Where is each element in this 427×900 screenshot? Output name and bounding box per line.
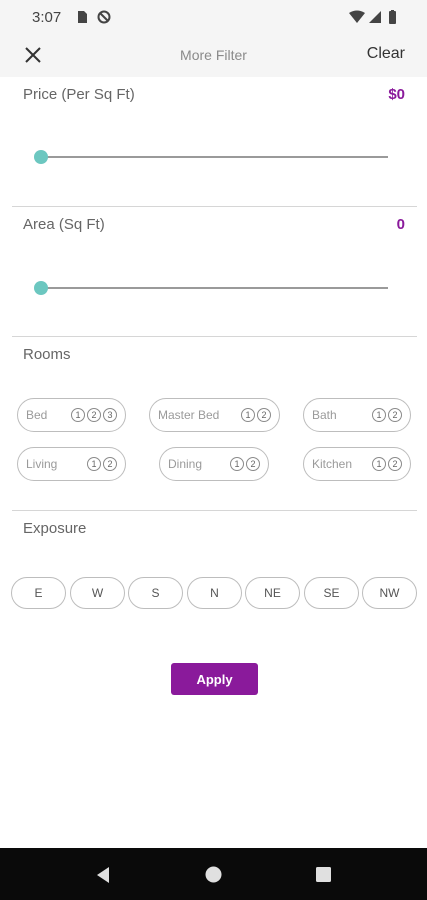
status-bar: 3:07: [0, 0, 427, 33]
battery-icon: [389, 10, 396, 24]
page-title: More Filter: [180, 47, 247, 63]
do-not-disturb-icon: [97, 10, 111, 24]
recents-icon[interactable]: [316, 867, 331, 882]
room-option[interactable]: 1: [372, 408, 386, 422]
room-name: Master Bed: [158, 408, 220, 422]
room-option[interactable]: 3: [103, 408, 117, 422]
room-option[interactable]: 1: [71, 408, 85, 422]
sim-card-icon: [78, 11, 87, 23]
room-pill-master-bed: Master Bed 1 2: [149, 398, 280, 432]
price-value: $0: [388, 86, 405, 103]
room-option[interactable]: 1: [230, 457, 244, 471]
room-option[interactable]: 2: [246, 457, 260, 471]
room-name: Living: [26, 457, 58, 471]
system-navigation-bar: [0, 848, 427, 900]
area-slider-track: [40, 287, 388, 289]
room-name: Kitchen: [312, 457, 353, 471]
room-pill-bath: Bath 1 2: [303, 398, 411, 432]
exposure-option-e[interactable]: E: [11, 577, 66, 609]
room-name: Bed: [26, 408, 48, 422]
room-option[interactable]: 2: [103, 457, 117, 471]
area-slider[interactable]: [34, 281, 388, 295]
room-option[interactable]: 1: [372, 457, 386, 471]
room-option[interactable]: 2: [388, 457, 402, 471]
cell-signal-icon: [369, 11, 381, 23]
status-time: 3:07: [32, 9, 62, 26]
wifi-icon: [349, 10, 365, 23]
room-option[interactable]: 2: [388, 408, 402, 422]
price-slider-thumb[interactable]: [34, 150, 48, 164]
divider: [12, 336, 417, 337]
exposure-option-nw[interactable]: NW: [362, 577, 417, 609]
exposure-label: Exposure: [23, 520, 87, 537]
room-pill-bed: Bed 1 2 3: [17, 398, 126, 432]
room-option[interactable]: 1: [241, 408, 255, 422]
rooms-label: Rooms: [23, 346, 71, 363]
back-icon[interactable]: [95, 866, 111, 884]
room-option[interactable]: 2: [257, 408, 271, 422]
area-value: 0: [396, 216, 405, 233]
room-name: Dining: [168, 457, 203, 471]
room-option[interactable]: 2: [87, 408, 101, 422]
room-pill-dining: Dining 1 2: [159, 447, 269, 481]
price-slider-track: [40, 156, 388, 158]
area-slider-thumb[interactable]: [34, 281, 48, 295]
divider: [12, 510, 417, 511]
exposure-option-ne[interactable]: NE: [245, 577, 300, 609]
room-pill-kitchen: Kitchen 1 2: [303, 447, 411, 481]
exposure-option-s[interactable]: S: [128, 577, 183, 609]
exposure-option-n[interactable]: N: [187, 577, 242, 609]
room-option[interactable]: 1: [87, 457, 101, 471]
price-slider[interactable]: [34, 150, 388, 164]
exposure-option-se[interactable]: SE: [304, 577, 359, 609]
clear-button[interactable]: Clear: [367, 45, 405, 63]
toolbar: More Filter Clear: [0, 33, 427, 77]
home-icon[interactable]: [205, 866, 222, 883]
price-label: Price (Per Sq Ft): [23, 86, 135, 103]
apply-button[interactable]: Apply: [171, 663, 258, 695]
room-pill-living: Living 1 2: [17, 447, 126, 481]
room-name: Bath: [312, 408, 337, 422]
divider: [12, 206, 417, 207]
area-label: Area (Sq Ft): [23, 216, 105, 233]
exposure-option-w[interactable]: W: [70, 577, 125, 609]
